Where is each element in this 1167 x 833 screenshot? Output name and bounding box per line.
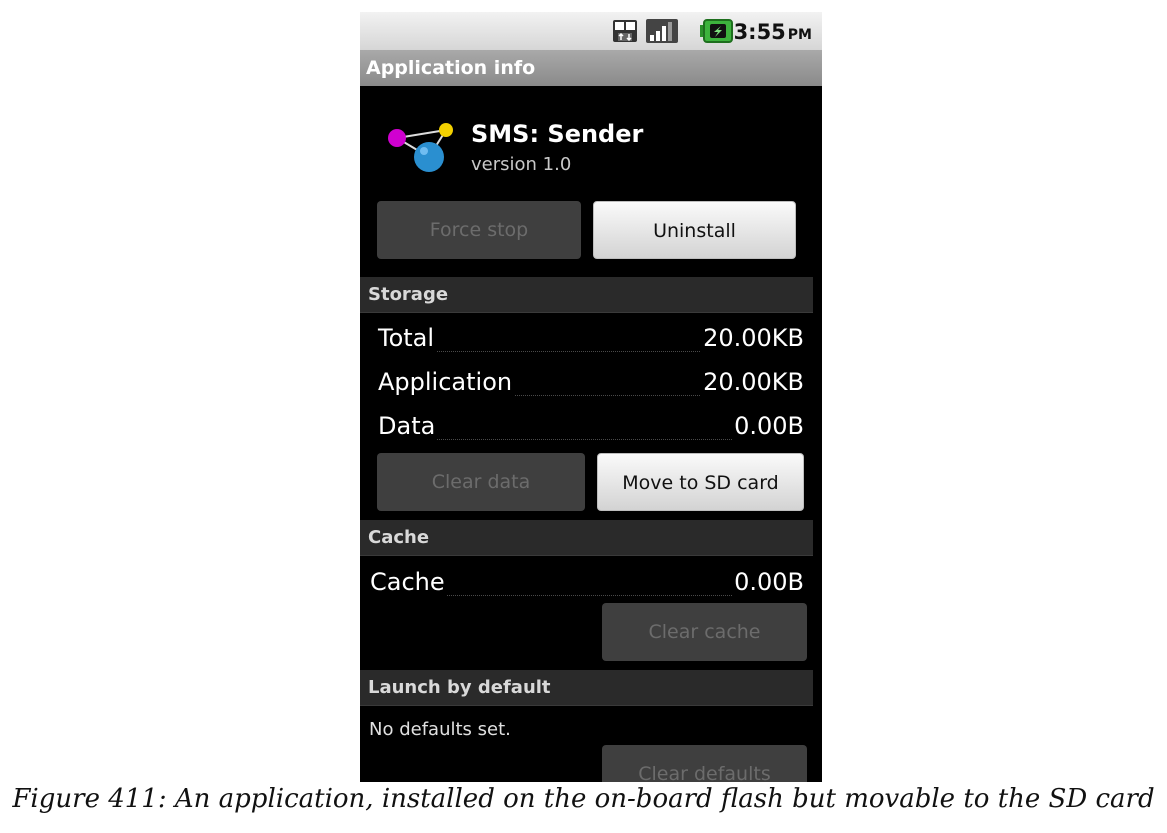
storage-row-total: Total 20.00KB [360,324,822,358]
uninstall-button[interactable]: Uninstall [593,201,796,259]
storage-row-value: 20.00KB [701,368,806,396]
storage-row-data: Data 0.00B [360,412,822,446]
storage-row-value: 0.00B [732,412,806,440]
status-bar: 3:55 PM [360,12,822,50]
title-bar: Application info [360,50,822,86]
signal-bars-icon [646,19,678,47]
cache-row: Cache 0.00B [360,568,822,602]
phone-screen: 3:55 PM Application info SMS: Sender vers… [360,12,822,782]
molecule-app-icon [384,120,460,182]
launch-by-default-section-header: Launch by default [360,670,813,706]
network-3g-icon [612,19,638,47]
clear-data-button[interactable]: Clear data [377,453,585,511]
app-name: SMS: Sender [471,120,644,148]
storage-row-application: Application 20.00KB [360,368,822,402]
no-defaults-text: No defaults set. [369,719,511,740]
cache-section-header: Cache [360,520,813,556]
figure-caption: Figure 411: An application, installed on… [12,784,1155,814]
cache-value: 0.00B [732,568,806,596]
battery-charging-icon [700,19,734,47]
cache-label: Cache [368,568,447,596]
force-stop-button[interactable]: Force stop [377,201,581,259]
storage-section-header: Storage [360,277,813,313]
clear-cache-button[interactable]: Clear cache [602,603,807,661]
clock-time: 3:55 PM [733,20,812,44]
storage-row-label: Data [376,412,438,440]
app-version: version 1.0 [471,154,572,175]
move-to-sd-card-button[interactable]: Move to SD card [597,453,804,511]
storage-row-value: 20.00KB [701,324,806,352]
clear-defaults-button[interactable]: Clear defaults [602,745,807,782]
storage-row-label: Application [376,368,515,396]
storage-row-label: Total [376,324,437,352]
